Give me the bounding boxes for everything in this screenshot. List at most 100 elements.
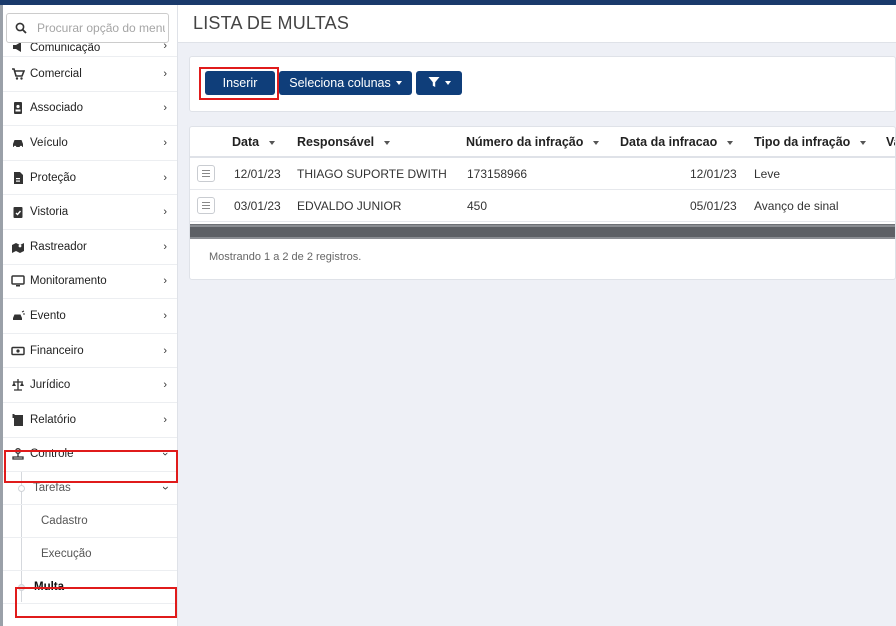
- menu-search[interactable]: [6, 13, 169, 43]
- sidebar-item-relatorio[interactable]: Relatório ›: [3, 403, 177, 438]
- cell-data-infracao: 05/01/23: [690, 199, 737, 213]
- cell-data: 03/01/23: [234, 199, 281, 213]
- sidebar-item-label: Financeiro: [30, 344, 84, 357]
- chevron-right-icon: ›: [163, 413, 167, 426]
- document-icon: [11, 171, 25, 185]
- chevron-right-icon: ›: [163, 344, 167, 357]
- sort-icon: [384, 140, 391, 145]
- sidebar-item-juridico[interactable]: Jurídico ›: [3, 368, 177, 403]
- highlight-box-controle: [4, 450, 178, 483]
- sidebar-menu: Comunicação › Comercial › Associado › Ve…: [3, 35, 177, 605]
- horizontal-scrollbar[interactable]: [190, 224, 895, 239]
- cell-tipo-infracao: Leve: [754, 167, 781, 181]
- map-marker-icon: [11, 240, 25, 254]
- chevron-right-icon: ›: [163, 275, 167, 288]
- caret-down-icon: [395, 81, 402, 85]
- select-columns-label: Seleciona colunas: [289, 76, 391, 90]
- scrollbar-thumb[interactable]: [190, 227, 895, 237]
- sidebar-item-label: Vistoria: [30, 206, 69, 219]
- sidebar-item-label: Associado: [30, 102, 84, 115]
- highlight-box-insert: [199, 67, 279, 100]
- search-icon: [15, 22, 27, 34]
- filter-icon: [428, 76, 440, 91]
- select-columns-button[interactable]: Seleciona colunas: [279, 71, 412, 95]
- sidebar-item-financeiro[interactable]: Financeiro ›: [3, 334, 177, 369]
- column-header-label: Tipo da infração: [754, 135, 851, 149]
- car-crash-icon: [11, 309, 25, 323]
- submenu-item-label: Cadastro: [41, 515, 88, 528]
- sidebar-item-protecao[interactable]: Proteção ›: [3, 161, 177, 196]
- chevron-down-icon: ›: [159, 486, 172, 491]
- sort-icon: [269, 140, 276, 145]
- report-icon: [11, 413, 25, 427]
- sidebar-item-evento[interactable]: Evento ›: [3, 299, 177, 334]
- sidebar-item-label: Jurídico: [30, 379, 71, 392]
- search-input[interactable]: [37, 18, 165, 38]
- table-info: Mostrando 1 a 2 de 2 registros.: [209, 251, 362, 263]
- chevron-right-icon: ›: [163, 206, 167, 219]
- money-icon: [11, 344, 25, 358]
- sidebar-item-comercial[interactable]: Comercial ›: [3, 57, 177, 92]
- cell-data-infracao: 12/01/23: [690, 167, 737, 181]
- scale-icon: [11, 378, 25, 392]
- sidebar-edge: [0, 5, 3, 626]
- column-header-label: Data da infracao: [620, 135, 718, 149]
- sidebar: Comunicação › Comercial › Associado › Ve…: [0, 5, 178, 626]
- sidebar-item-label: Comunicação: [30, 42, 101, 54]
- monitor-icon: [11, 274, 25, 288]
- chevron-right-icon: ›: [163, 309, 167, 322]
- submenu-item-label: Execução: [41, 548, 92, 561]
- column-header-label: Responsável: [297, 135, 375, 149]
- sidebar-item-label: Evento: [30, 309, 66, 322]
- sidebar-item-label: Proteção: [30, 171, 77, 184]
- column-header-responsavel[interactable]: Responsável: [297, 135, 391, 149]
- chevron-right-icon: ›: [163, 67, 167, 80]
- chevron-right-icon: ›: [163, 136, 167, 149]
- page-title: LISTA DE MULTAS: [193, 13, 350, 33]
- chevron-right-icon: ›: [163, 240, 167, 253]
- submenu-item-cadastro[interactable]: Cadastro: [3, 505, 177, 539]
- table-row[interactable]: 12/01/23 THIAGO SUPORTE DWITH 173158966 …: [190, 158, 895, 190]
- cell-responsavel: EDVALDO JUNIOR: [297, 199, 402, 213]
- sidebar-item-label: Comercial: [30, 67, 82, 80]
- multas-table: Data Responsável Número da infração Data…: [189, 126, 896, 280]
- table-row[interactable]: 03/01/23 EDVALDO JUNIOR 450 05/01/23 Ava…: [190, 190, 895, 222]
- submenu-item-execucao[interactable]: Execução: [3, 538, 177, 572]
- sidebar-item-vistoria[interactable]: Vistoria ›: [3, 195, 177, 230]
- page-header: LISTA DE MULTAS: [178, 5, 896, 43]
- sidebar-item-rastreador[interactable]: Rastreador ›: [3, 230, 177, 265]
- sort-icon: [593, 140, 600, 145]
- column-header-label: Número da infração: [466, 135, 584, 149]
- row-menu-icon[interactable]: [197, 165, 215, 182]
- filter-button[interactable]: [416, 71, 462, 95]
- sidebar-item-label: Rastreador: [30, 240, 87, 253]
- cell-data: 12/01/23: [234, 167, 281, 181]
- highlight-box-multa: [15, 587, 177, 618]
- column-header-valor[interactable]: Va: [886, 135, 895, 149]
- sidebar-item-monitoramento[interactable]: Monitoramento ›: [3, 265, 177, 300]
- id-card-icon: [11, 101, 25, 115]
- column-header-tipo-infracao[interactable]: Tipo da infração: [754, 135, 867, 149]
- column-header-numero-infracao[interactable]: Número da infração: [466, 135, 600, 149]
- column-header-data-infracao[interactable]: Data da infracao: [620, 135, 734, 149]
- controle-submenu: Tarefas › Cadastro Execução Multa: [3, 472, 177, 605]
- cell-tipo-infracao: Avanço de sinal: [754, 199, 839, 213]
- row-menu-icon[interactable]: [197, 197, 215, 214]
- sidebar-item-associado[interactable]: Associado ›: [3, 92, 177, 127]
- toolbar-card: Inserir Seleciona colunas: [189, 56, 896, 112]
- sidebar-item-label: Relatório: [30, 413, 77, 426]
- caret-down-icon: [444, 81, 451, 85]
- sidebar-item-veiculo[interactable]: Veículo ›: [3, 126, 177, 161]
- submenu-item-label: Tarefas: [33, 482, 71, 495]
- clipboard-check-icon: [11, 205, 25, 219]
- sort-icon: [727, 140, 734, 145]
- cell-responsavel: THIAGO SUPORTE DWITH: [297, 167, 447, 181]
- column-header-label: Data: [232, 135, 260, 149]
- column-header-label: Va: [886, 135, 895, 149]
- column-header-data[interactable]: Data: [232, 135, 276, 149]
- chevron-right-icon: ›: [163, 102, 167, 115]
- table-header: Data Responsável Número da infração Data…: [190, 127, 895, 158]
- cell-numero-infracao: 450: [467, 199, 488, 213]
- cart-icon: [11, 67, 26, 81]
- sidebar-item-label: Monitoramento: [30, 275, 107, 288]
